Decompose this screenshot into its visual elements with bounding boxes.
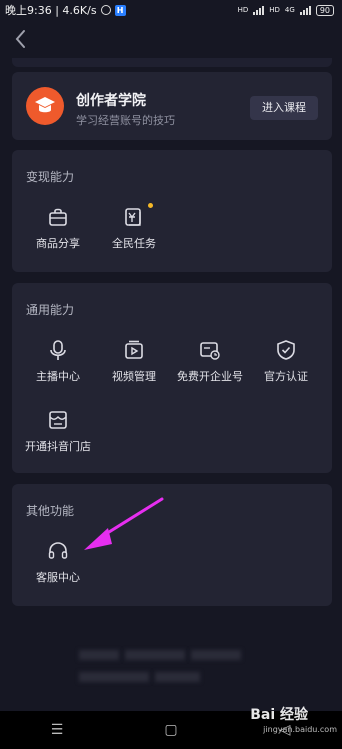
academy-title: 创作者学院 [76, 93, 146, 109]
tool-label: 视频管理 [112, 370, 156, 383]
signal-icon-1 [253, 5, 265, 15]
shopping-bag-icon [49, 208, 67, 226]
creator-academy-card[interactable]: 创作者学院 学习经营账号的技巧 进入课程 [12, 72, 332, 140]
back-button[interactable] [10, 26, 32, 52]
watermark-brand: Bai 经验 [250, 707, 308, 723]
tool-video-manage[interactable]: 视频管理 [96, 339, 172, 384]
graduation-cap-icon [35, 97, 55, 113]
watermark-url: jingyan.baidu.com [263, 725, 337, 734]
tool-label: 开通抖音门店 [25, 440, 91, 453]
menu-icon[interactable]: ☰ [37, 722, 77, 738]
app-notification-icon: H [114, 4, 126, 16]
tool-label: 全民任务 [112, 237, 156, 250]
tool-label: 商品分享 [36, 237, 80, 250]
enterprise-card-icon [200, 342, 220, 360]
tool-universal-task[interactable]: 全民任务 [96, 203, 172, 251]
status-bar: 晚上9:36 | 4.6K/s H HD HD 4G 90 [0, 0, 342, 20]
chevron-left-icon [15, 30, 25, 48]
hd-label-1: HD [237, 6, 249, 14]
tool-label: 官方认证 [264, 370, 308, 383]
other-section: 其他功能 客服中心 [12, 484, 332, 606]
enter-course-button[interactable]: 进入课程 [250, 96, 318, 120]
home-icon[interactable]: ▢ [151, 722, 191, 738]
hd-label-2: HD [269, 6, 280, 14]
tool-open-store[interactable]: 开通抖音门店 [20, 409, 96, 454]
tool-customer-service[interactable]: 客服中心 [20, 540, 96, 585]
video-manage-icon [125, 340, 143, 359]
section-title: 其他功能 [26, 504, 75, 518]
tool-free-enterprise[interactable]: 免费开企业号 [172, 339, 248, 384]
new-badge-dot [148, 203, 153, 208]
tool-label: 主播中心 [36, 370, 80, 383]
academy-subtitle: 学习经营账号的技巧 [76, 114, 175, 127]
shield-check-icon [277, 340, 295, 360]
blurred-content [76, 646, 266, 682]
monetize-section: 变现能力 商品分享 全民任务 [12, 150, 332, 272]
tool-label: 免费开企业号 [177, 370, 243, 383]
battery-indicator: 90 [315, 4, 334, 16]
academy-logo [26, 87, 64, 125]
headset-icon [48, 542, 68, 559]
tool-official-cert[interactable]: 官方认证 [248, 339, 324, 384]
network-label: 4G [284, 6, 295, 14]
alarm-icon [100, 5, 111, 15]
tool-anchor-center[interactable]: 主播中心 [20, 339, 96, 384]
microphone-icon [50, 340, 66, 360]
section-title: 通用能力 [26, 303, 75, 317]
status-time-speed: 晚上9:36 | 4.6K/s [5, 4, 97, 17]
store-icon [49, 411, 67, 429]
signal-icon-2 [299, 5, 311, 15]
general-section: 通用能力 主播中心 视频管理 免费开企业号 官方认证 开通抖音门店 [12, 283, 332, 473]
tool-product-share[interactable]: 商品分享 [20, 206, 96, 251]
section-title: 变现能力 [26, 170, 75, 184]
task-yuan-icon [125, 208, 141, 226]
top-card-edge [12, 58, 332, 67]
tool-label: 客服中心 [36, 571, 80, 584]
